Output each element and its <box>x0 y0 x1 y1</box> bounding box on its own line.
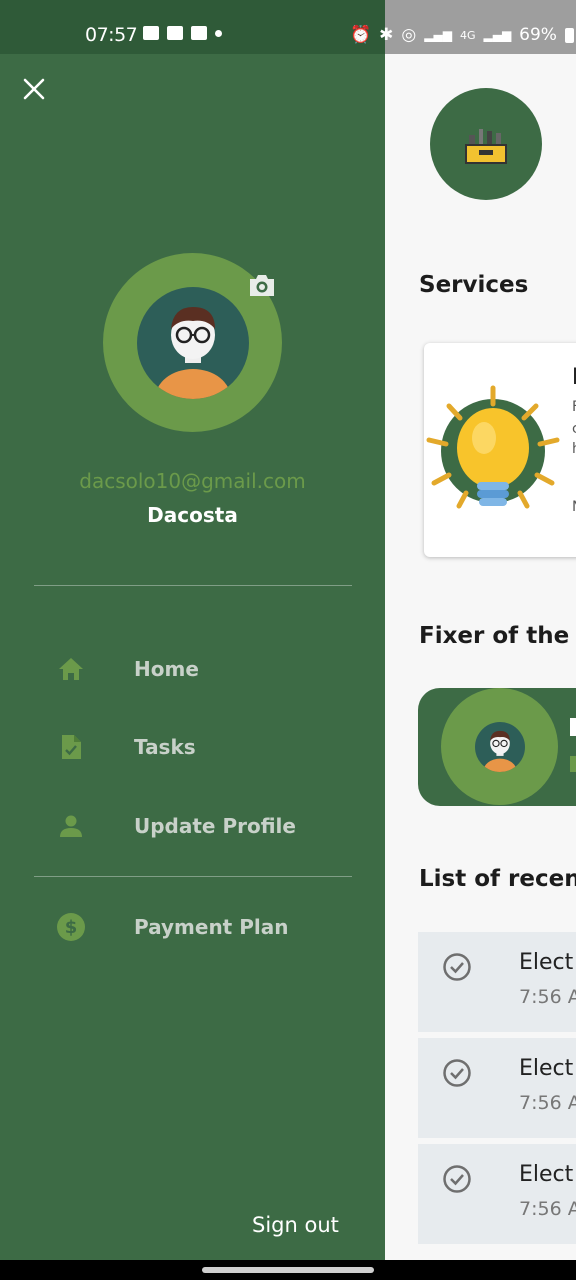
signal-icon-2: ▂▄▆ <box>483 28 512 42</box>
nav-item-tasks[interactable]: Tasks <box>34 720 352 774</box>
lightbulb-icon <box>426 385 560 509</box>
avatar[interactable] <box>136 286 249 399</box>
person-icon <box>56 811 86 841</box>
task-title: Elect <box>519 950 574 975</box>
toolbox-icon <box>465 129 507 164</box>
sign-out-button[interactable]: Sign out <box>252 1213 339 1237</box>
recent-tasks-title: List of recent <box>419 866 576 892</box>
app-notification-icon <box>191 26 207 40</box>
main-content: Services I F c h N Fixer <box>385 0 576 1260</box>
network-type: 4G <box>459 28 476 42</box>
alarm-icon: ⏰ <box>350 25 372 45</box>
home-indicator[interactable] <box>202 1267 374 1273</box>
bluetooth-icon: ✱ <box>379 25 394 45</box>
task-time: 7:56 A <box>519 1198 576 1220</box>
signal-icon: ▂▄▆ <box>424 28 452 42</box>
dollar-circle-icon: $ <box>56 912 86 942</box>
fixer-avatar-ring <box>441 688 558 805</box>
fixer-of-week-title: Fixer of the w <box>419 623 576 649</box>
service-card[interactable]: I F c h N <box>424 343 576 557</box>
home-icon <box>56 654 86 684</box>
services-title: Services <box>419 272 529 298</box>
nav-item-label: Payment Plan <box>134 915 289 939</box>
check-circle-icon <box>443 1165 471 1193</box>
task-row[interactable]: Elect 7:56 A <box>418 1144 576 1244</box>
app-logo <box>430 88 542 200</box>
task-row[interactable]: Elect 7:56 A <box>418 932 576 1032</box>
user-name: Dacosta <box>147 503 238 527</box>
battery-icon <box>564 27 574 43</box>
nav-item-update-profile[interactable]: Update Profile <box>34 799 352 853</box>
status-bar: 07:57 ⏰ ✱ ◎ ▂▄▆ 4G ▂▄▆ 69% <box>0 0 576 54</box>
status-time: 07:57 <box>85 24 138 46</box>
navigation-drawer: dacsolo10@gmail.com Dacosta Home Tasks U… <box>0 0 385 1260</box>
navigation-bar <box>0 1260 576 1280</box>
fixer-avatar <box>474 721 525 772</box>
task-time: 7:56 A <box>519 1092 576 1114</box>
task-row[interactable]: Elect 7:56 A <box>418 1038 576 1138</box>
task-time: 7:56 A <box>519 986 576 1008</box>
svg-text:$: $ <box>65 917 78 938</box>
nav-item-payment-plan[interactable]: $ Payment Plan <box>34 900 352 954</box>
battery-percent: 69% <box>519 25 557 45</box>
task-title: Elect <box>519 1162 574 1187</box>
task-document-icon <box>56 732 86 762</box>
nav-item-label: Update Profile <box>134 814 296 838</box>
nav-item-home[interactable]: Home <box>34 642 352 696</box>
gallery-icon <box>143 26 159 40</box>
user-email: dacsolo10@gmail.com <box>79 469 306 493</box>
divider <box>34 876 352 877</box>
nav-item-label: Tasks <box>134 735 196 759</box>
hotspot-icon: ◎ <box>401 25 417 45</box>
folder-icon <box>167 26 183 40</box>
task-title: Elect <box>519 1056 574 1081</box>
divider <box>34 585 352 586</box>
close-icon <box>23 78 45 100</box>
camera-icon[interactable] <box>247 270 277 300</box>
more-notifications-icon <box>215 29 222 37</box>
close-button[interactable] <box>18 73 50 105</box>
fixer-card[interactable] <box>418 688 576 806</box>
check-circle-icon <box>443 1059 471 1087</box>
check-circle-icon <box>443 953 471 981</box>
nav-item-label: Home <box>134 657 199 681</box>
